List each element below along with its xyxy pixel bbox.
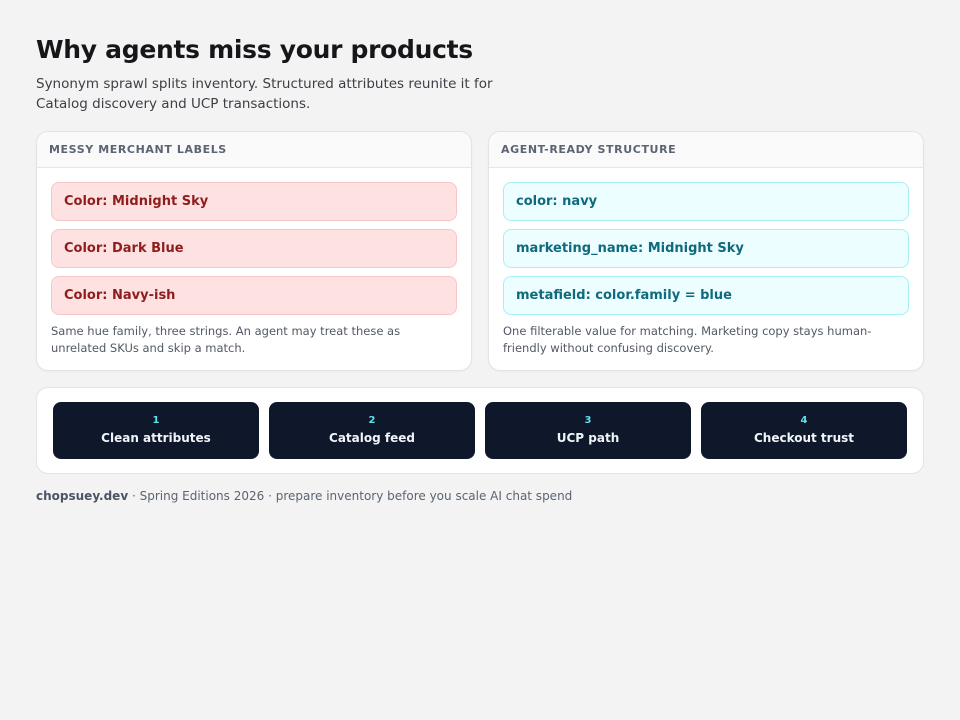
step-label: Checkout trust (753, 431, 855, 445)
step-number: 4 (800, 415, 808, 426)
structured-panel-heading: AGENT-READY STRUCTURE (489, 132, 923, 168)
step-card-catalog-feed: 2 Catalog feed (269, 402, 475, 459)
structured-panel: AGENT-READY STRUCTURE color: navy market… (488, 131, 924, 371)
structured-panel-note: One filterable value for matching. Marke… (503, 324, 872, 355)
step-label: Catalog feed (329, 431, 415, 445)
messy-panel-heading: MESSY MERCHANT LABELS (37, 132, 471, 168)
messy-label-chip: Color: Navy-ish (51, 276, 457, 315)
messy-panel-note: Same hue family, three strings. An agent… (51, 324, 401, 355)
messy-label-list: Color: Midnight Sky Color: Dark Blue Col… (37, 168, 471, 315)
step-number: 1 (152, 415, 160, 426)
page-title: Why agents miss your products (36, 35, 473, 64)
step-number: 2 (368, 415, 376, 426)
steps-card: 1 Clean attributes 2 Catalog feed 3 UCP … (36, 387, 924, 474)
step-card-checkout-trust: 4 Checkout trust (701, 402, 907, 459)
step-card-ucp-path: 3 UCP path (485, 402, 691, 459)
comparison-panels: MESSY MERCHANT LABELS Color: Midnight Sk… (36, 131, 924, 371)
footer-text: · Spring Editions 2026 · prepare invento… (128, 489, 573, 503)
structured-label-chip: marketing_name: Midnight Sky (503, 229, 909, 268)
step-label: UCP path (556, 431, 620, 445)
structured-label-chip: metafield: color.family = blue (503, 276, 909, 315)
messy-label-chip: Color: Midnight Sky (51, 182, 457, 221)
footer-brand: chopsuey.dev (36, 489, 129, 503)
step-label: Clean attributes (101, 431, 211, 445)
footer: chopsuey.dev · Spring Editions 2026 · pr… (36, 488, 924, 504)
step-card-clean-attributes: 1 Clean attributes (53, 402, 259, 459)
step-number: 3 (584, 415, 592, 426)
structured-label-list: color: navy marketing_name: Midnight Sky… (489, 168, 923, 315)
messy-labels-panel: MESSY MERCHANT LABELS Color: Midnight Sk… (36, 131, 472, 371)
page: Why agents miss your products Synonym sp… (36, 35, 924, 503)
messy-label-chip: Color: Dark Blue (51, 229, 457, 268)
page-subtitle: Synonym sprawl splits inventory. Structu… (36, 76, 493, 112)
structured-label-chip: color: navy (503, 182, 909, 221)
